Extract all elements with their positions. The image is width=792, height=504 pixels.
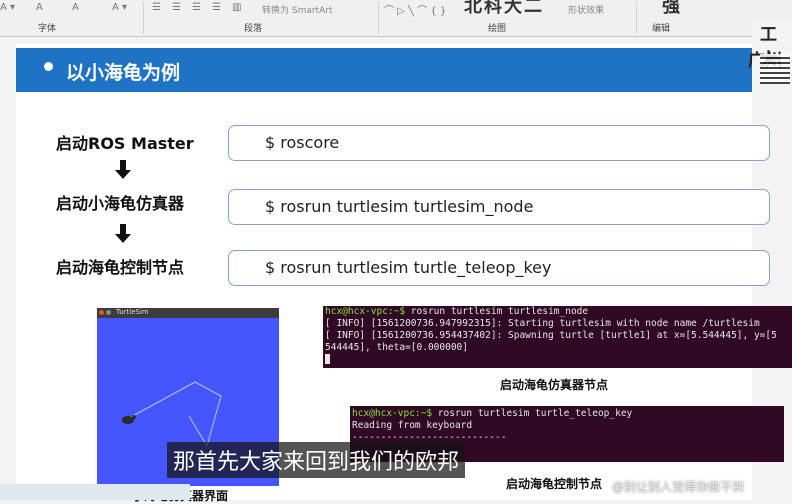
ribbon-group-edit: 编辑 (652, 24, 671, 34)
step-label-2: 启动小海龟仿真器 (56, 194, 185, 213)
turtle-icon (122, 415, 136, 424)
command-text: $ roscore (265, 133, 340, 152)
terminal1-caption: 启动海龟仿真器节点 (500, 378, 609, 392)
overlay-text: 北科大二 (464, 0, 544, 17)
command-text: $ rosrun turtlesim turtle_teleop_key (265, 258, 552, 277)
terminal-cursor (325, 354, 330, 364)
ribbon-group-font: 字体 (38, 24, 57, 34)
align-left-icon[interactable]: ☰ (152, 2, 161, 13)
bold-icon[interactable]: A (36, 2, 43, 13)
ribbon-group-paragraph: 段落 (244, 24, 263, 34)
convert-smartart-button[interactable]: 转换为 SmartArt (262, 3, 332, 16)
turtle-path (128, 381, 222, 448)
command-text: $ rosrun turtlesim turtlesim_node (265, 197, 534, 216)
bottom-strip (0, 484, 190, 500)
ribbon: A ▾ A A A ▾ 字体 ☰ ☰ ☰ ☰ ▥ 转换为 SmartArt 段落… (0, 0, 792, 37)
italic-icon[interactable]: A (72, 2, 79, 13)
terminal-command: rosrun turtlesim turtle_teleop_key (432, 408, 633, 419)
minimize-icon[interactable] (106, 310, 111, 315)
terminal2-caption: 启动海龟控制节点 (506, 477, 603, 491)
ribbon-group-drawing: 绘图 (488, 24, 507, 34)
terminal-prompt: hcx@hcx-vpc:~$ (325, 306, 406, 317)
terminal-turtlesim-node[interactable]: hcx@hcx-vpc:~$ rosrun turtlesim turtlesi… (323, 306, 792, 368)
terminal-output-line: [ INFO] [1561200736.954437402]: Spawning… (325, 330, 777, 341)
watermark: @别让别人觉得你做不到 (612, 480, 745, 494)
turtlesim-title: TurtleSim (116, 308, 149, 316)
font-size-icon[interactable]: A ▾ (112, 2, 127, 13)
qr-code-icon (760, 54, 790, 84)
terminal-prompt: hcx@hcx-vpc:~$ (352, 408, 433, 419)
align-center-icon[interactable]: ☰ (172, 2, 181, 13)
command-box-3[interactable]: $ rosrun turtlesim turtle_teleop_key (228, 250, 770, 286)
slide-title: 以小海龟为例 (66, 62, 181, 84)
step-label-3: 启动海龟控制节点 (56, 258, 185, 277)
title-bar: 以小海龟为例 (16, 48, 752, 92)
align-right-icon[interactable]: ☰ (192, 2, 201, 13)
terminal-output-line: Reading from keyboard (352, 420, 473, 431)
font-color-icon[interactable]: A ▾ (0, 2, 15, 13)
slide: 以小海龟为例 启动ROS Master 启动小海龟仿真器 启动海龟控制节点 $ … (16, 44, 792, 503)
down-arrow-icon (115, 160, 131, 179)
shapes-gallery-icon[interactable]: ⌒ ▷ ╲ ⌒ { } (384, 2, 446, 17)
command-box-1[interactable]: $ roscore (228, 125, 770, 161)
overlay-char: 强 (662, 0, 682, 17)
shape-effect-button[interactable]: 形状效果 (568, 3, 604, 16)
terminal-output-line: [ INFO] [1561200736.947992315]: Starting… (325, 318, 760, 329)
columns-icon[interactable]: ▥ (232, 2, 241, 13)
terminal-output-line: 544445], theta=[0.000000] (325, 342, 468, 353)
terminal-command: rosrun turtlesim turtlesim_node (405, 306, 589, 317)
step-label-1: 启动ROS Master (56, 134, 194, 153)
command-box-2[interactable]: $ rosrun turtlesim turtlesim_node (228, 189, 770, 225)
justify-icon[interactable]: ☰ (212, 2, 221, 13)
video-subtitle: 那首先大家来回到我们的欧邦 (167, 442, 466, 478)
bullet-icon (44, 62, 53, 71)
close-icon[interactable] (99, 310, 104, 315)
turtlesim-titlebar[interactable]: TurtleSim (97, 308, 279, 318)
down-arrow-icon (115, 224, 131, 243)
